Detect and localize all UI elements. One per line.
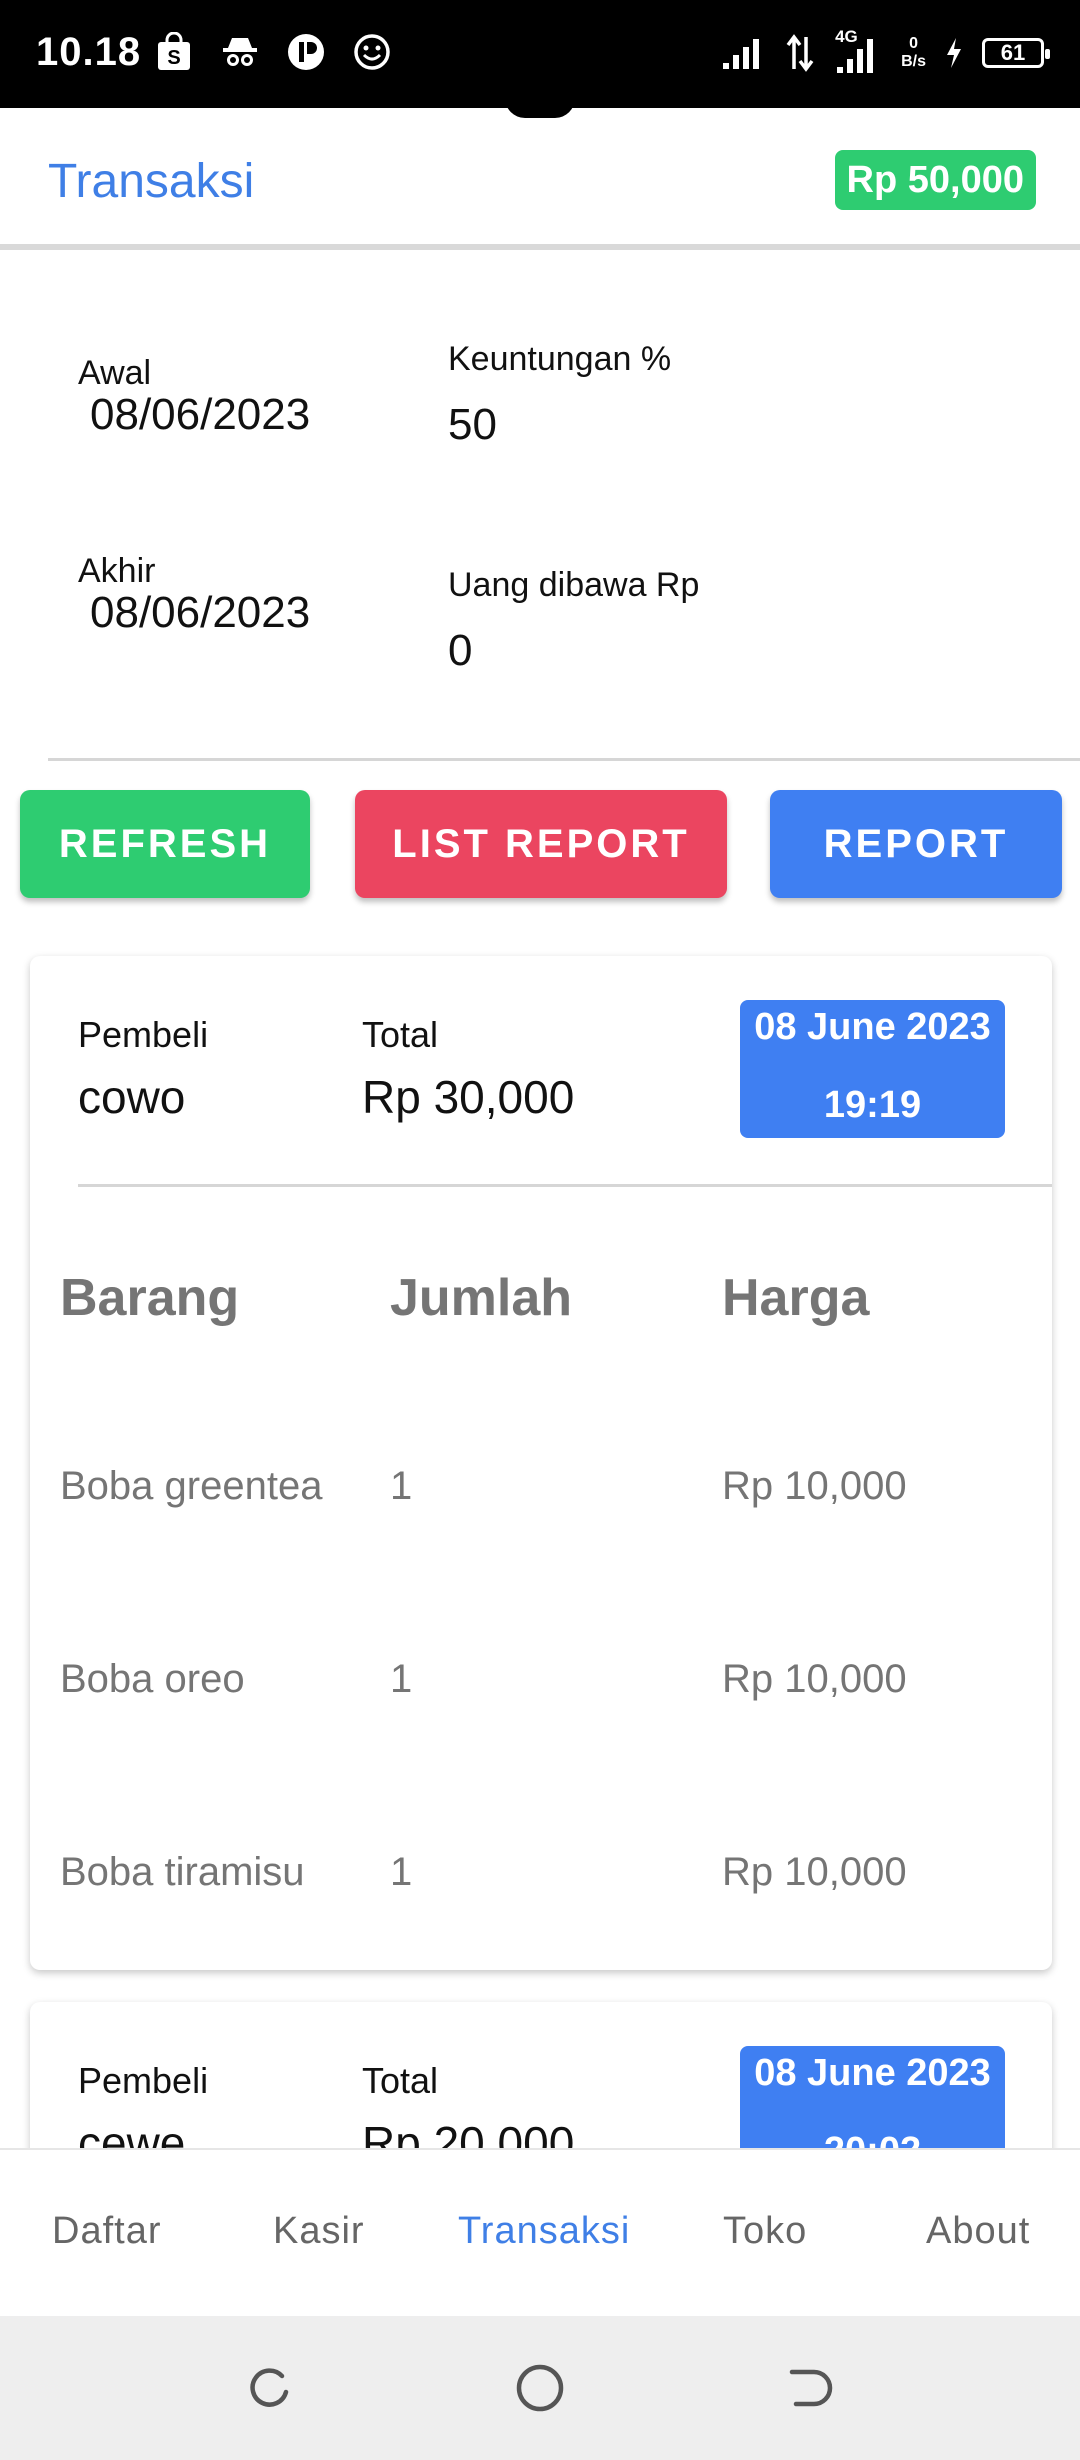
- smiley-icon: [354, 34, 390, 70]
- item-jumlah: 1: [390, 1464, 413, 1508]
- item-barang: Boba tiramisu: [60, 1850, 305, 1894]
- data-arrows-icon: [786, 34, 814, 72]
- bottom-navigation: Daftar Kasir Transaksi Toko About: [0, 2148, 1080, 2316]
- network-speed-value: 0: [909, 35, 918, 52]
- transaction-date: 08 June 2023: [754, 1006, 991, 1048]
- total-label: Total: [362, 2060, 439, 2101]
- total-label: Total: [362, 1014, 439, 1055]
- nav-item-about[interactable]: About: [926, 2210, 1030, 2253]
- network-speed-unit: B/s: [901, 53, 926, 70]
- signal-4g-icon: 4G: [833, 27, 883, 75]
- pembeli-label: Pembeli: [78, 2060, 209, 2101]
- column-header-barang: Barang: [60, 1269, 240, 1327]
- item-jumlah: 1: [390, 1850, 413, 1894]
- item-barang: Boba greentea: [60, 1464, 323, 1508]
- app-icon: [288, 34, 324, 70]
- nav-item-transaksi[interactable]: Transaksi: [458, 2210, 630, 2253]
- awal-label: Awal: [78, 354, 152, 392]
- page-title: Transaksi: [48, 155, 255, 208]
- item-harga: Rp 10,000: [722, 1657, 907, 1701]
- balance-badge: Rp 50,000: [834, 150, 1036, 210]
- transaction-time: 19:19: [823, 1084, 922, 1126]
- system-navigation-bar: [0, 2316, 1080, 2460]
- app-header: Transaksi Rp 50,000: [0, 108, 1080, 250]
- column-header-harga: Harga: [722, 1269, 870, 1327]
- battery-icon: 61: [982, 38, 1050, 68]
- card-divider: [78, 1184, 1052, 1187]
- date-badge: 08 June 2023 19:19: [740, 1000, 1005, 1138]
- transaction-date: 08 June 2023: [754, 2052, 991, 2094]
- pembeli-value: cowo: [78, 1071, 186, 1123]
- uang-dibawa-label: Uang dibawa Rp: [448, 566, 700, 604]
- transaction-card[interactable]: Pembeli cowo Total Rp 30,000 08 June 202…: [30, 956, 1052, 1970]
- uang-dibawa-input[interactable]: 0: [448, 626, 472, 676]
- nav-item-toko[interactable]: Toko: [723, 2210, 807, 2253]
- awal-date-field[interactable]: 08/06/2023: [90, 390, 310, 440]
- nav-item-daftar[interactable]: Daftar: [52, 2210, 161, 2253]
- akhir-label: Akhir: [78, 552, 156, 590]
- akhir-date-field[interactable]: 08/06/2023: [90, 588, 310, 638]
- refresh-button[interactable]: REFRESH: [20, 790, 310, 898]
- keuntungan-label: Keuntungan %: [448, 340, 672, 378]
- item-barang: Boba oreo: [60, 1657, 245, 1701]
- network-speed: 0 B/s: [901, 35, 926, 71]
- charging-icon: [947, 38, 961, 68]
- nav-item-kasir[interactable]: Kasir: [273, 2210, 365, 2253]
- home-icon[interactable]: [514, 2362, 566, 2414]
- incognito-icon: [223, 38, 257, 66]
- camera-notch: [505, 98, 575, 118]
- status-time: 10.18: [36, 30, 142, 74]
- item-jumlah: 1: [390, 1657, 413, 1701]
- battery-level: 61: [1000, 40, 1026, 65]
- svg-text:S: S: [167, 47, 180, 69]
- keuntungan-input[interactable]: 50: [448, 400, 497, 450]
- item-harga: Rp 10,000: [722, 1850, 907, 1894]
- recents-icon[interactable]: [244, 2362, 296, 2414]
- form-divider: [48, 758, 1080, 761]
- status-bar: 10.18 S 4G 0 B/s 61: [0, 0, 1080, 108]
- signal-icon: [723, 39, 760, 69]
- shopee-icon: S: [158, 32, 190, 70]
- report-button[interactable]: REPORT: [770, 790, 1062, 898]
- pembeli-label: Pembeli: [78, 1014, 209, 1055]
- item-harga: Rp 10,000: [722, 1464, 907, 1508]
- column-header-jumlah: Jumlah: [390, 1269, 573, 1327]
- total-value: Rp 30,000: [362, 1071, 575, 1123]
- list-report-button[interactable]: LIST REPORT: [355, 790, 727, 898]
- back-icon[interactable]: [784, 2362, 836, 2414]
